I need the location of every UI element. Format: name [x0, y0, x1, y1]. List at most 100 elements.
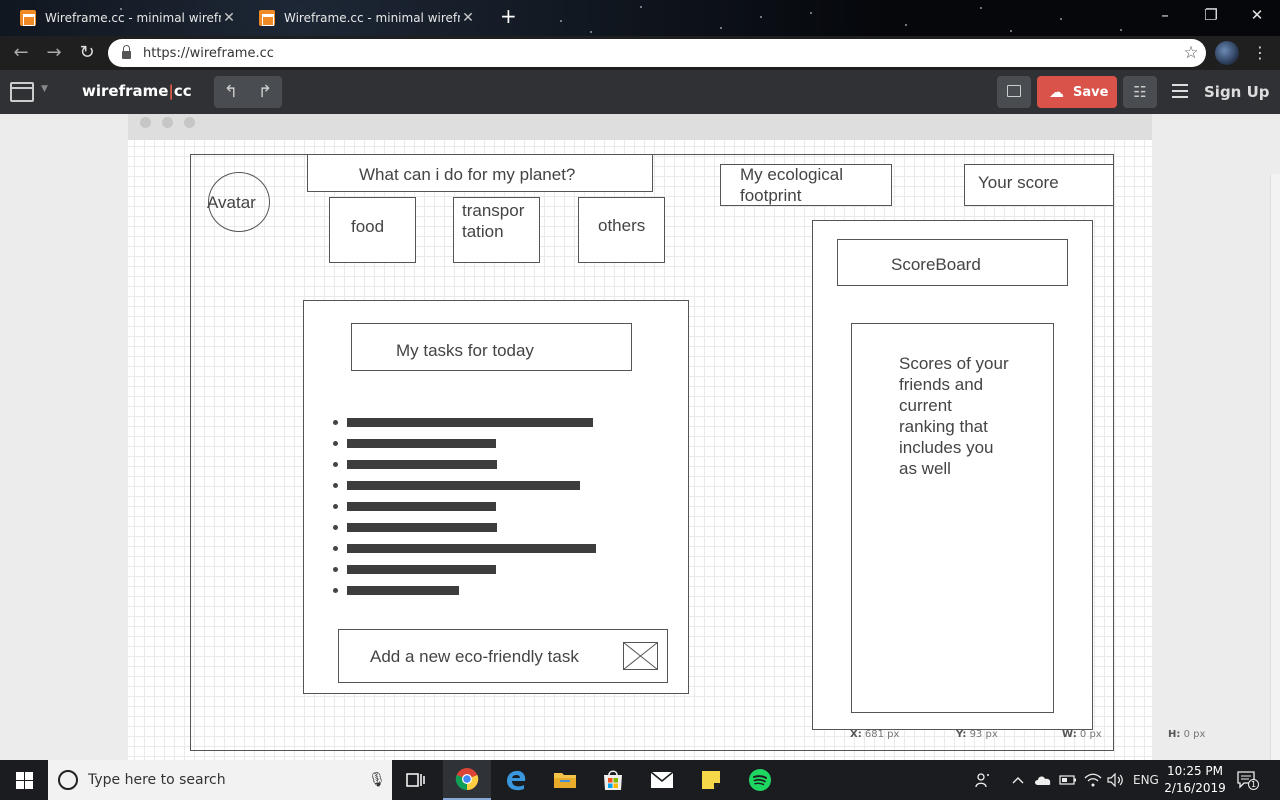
close-icon[interactable]: ✕	[221, 10, 237, 26]
comment-icon	[1007, 85, 1021, 97]
caret-down-icon[interactable]: ▼	[41, 84, 48, 94]
onedrive-cloud-icon[interactable]	[1034, 760, 1052, 800]
close-icon[interactable]: ✕	[460, 10, 476, 26]
wireframe-favicon-icon	[259, 10, 275, 26]
bullet-icon	[333, 483, 338, 488]
chrome-app-icon[interactable]	[443, 760, 491, 800]
profile-avatar[interactable]	[1215, 41, 1239, 65]
spotify-app-icon[interactable]	[736, 760, 784, 800]
sticky-notes-icon[interactable]	[687, 760, 735, 800]
save-button[interactable]: ☁ Save	[1037, 76, 1117, 108]
cortana-icon	[58, 770, 78, 790]
cloud-upload-icon: ☁	[1049, 83, 1064, 101]
bullet-icon	[333, 588, 338, 593]
x-label: X:	[850, 729, 862, 740]
people-icon[interactable]	[975, 760, 991, 800]
bookmark-star-icon[interactable]: ☆	[1176, 43, 1206, 63]
footprint-label: My ecological footprint	[740, 165, 843, 205]
comment-button[interactable]	[997, 76, 1031, 108]
bullet-icon	[333, 504, 338, 509]
y-value: 93 px	[969, 729, 998, 740]
settings-sliders-button[interactable]: ☷	[1123, 76, 1157, 108]
address-bar[interactable]: https://wireframe.cc ☆	[108, 39, 1206, 67]
window-close-icon[interactable]: ✕	[1234, 4, 1280, 26]
tab-title: Wireframe.cc - minimal wirefram	[45, 11, 221, 25]
browser-tab-1[interactable]: Wireframe.cc - minimal wirefram ✕	[20, 2, 237, 34]
scrollbar[interactable]	[1270, 174, 1280, 760]
task-item[interactable]	[347, 586, 459, 595]
reload-icon[interactable]: ↻	[74, 40, 100, 66]
window-dot-icon	[140, 117, 151, 128]
task-item[interactable]	[347, 418, 593, 427]
task-item[interactable]	[347, 565, 496, 574]
window-icon[interactable]	[10, 82, 34, 102]
notification-count-badge: 1	[1248, 779, 1259, 790]
side-gutter	[1152, 114, 1280, 760]
brand-right: cc	[173, 82, 192, 100]
task-item[interactable]	[347, 544, 596, 553]
browser-toolbar: ← → ↻ https://wireframe.cc ☆ ⋮	[0, 36, 1280, 70]
notification-center-icon[interactable]: 1	[1236, 770, 1259, 790]
clock[interactable]: 10:25 PM 2/16/2019	[1162, 763, 1228, 797]
forward-arrow-icon[interactable]: →	[41, 40, 67, 66]
category-food-label: food	[351, 217, 385, 236]
browser-tab-2[interactable]: Wireframe.cc - minimal wirefram ✕	[259, 2, 476, 34]
task-item[interactable]	[347, 502, 496, 511]
bullet-icon	[333, 441, 338, 446]
x-readout: X: 681 px	[850, 729, 899, 740]
image-placeholder-icon[interactable]	[623, 642, 658, 670]
headline-text: What can i do for my planet?	[359, 165, 576, 184]
browser-tab-strip: Wireframe.cc - minimal wirefram ✕ Wirefr…	[0, 0, 1280, 36]
undo-redo-group: ↰ ↱	[214, 76, 282, 108]
w-label: W:	[1062, 729, 1077, 740]
bullet-icon	[333, 546, 338, 551]
bullet-icon	[333, 525, 338, 530]
scoreboard-description: Scores of your friends and current ranki…	[899, 354, 1009, 478]
window-dot-icon	[162, 117, 173, 128]
your-score-label: Your score	[978, 173, 1059, 192]
kebab-menu-icon[interactable]: ⋮	[1250, 41, 1270, 65]
canvas-window-bar	[128, 114, 1152, 140]
category-others-label: others	[598, 216, 646, 235]
task-item[interactable]	[347, 439, 496, 448]
category-transportation-label: transpor tation	[462, 201, 525, 241]
h-readout: H: 0 px	[1168, 729, 1205, 740]
windows-start-icon[interactable]	[0, 760, 48, 800]
new-tab-plus-icon[interactable]: +	[500, 5, 517, 27]
back-arrow-icon[interactable]: ←	[8, 40, 34, 66]
hamburger-menu-icon[interactable]	[1172, 83, 1190, 99]
store-app-icon[interactable]	[589, 760, 637, 800]
avatar-label: Avatar	[207, 193, 256, 212]
clock-time: 10:25 PM	[1167, 764, 1223, 778]
h-label: H:	[1168, 729, 1181, 740]
brand-logo[interactable]: wireframe|cc	[82, 82, 192, 100]
x-value: 681 px	[864, 729, 900, 740]
wireframe-favicon-icon	[20, 10, 36, 26]
language-indicator[interactable]: ENG	[1133, 760, 1159, 800]
chevron-up-icon[interactable]	[1012, 760, 1024, 800]
edge-app-icon[interactable]	[492, 760, 540, 800]
taskbar-search-box[interactable]: Type here to search 🎙	[48, 760, 392, 800]
volume-icon[interactable]	[1107, 760, 1125, 800]
app-header: ▼ wireframe|cc ↰ ↱ ☁ Save ☷ Sign Up	[0, 70, 1280, 114]
battery-icon[interactable]	[1059, 760, 1077, 800]
task-item[interactable]	[347, 523, 497, 532]
microphone-icon[interactable]: 🎙	[362, 772, 392, 788]
h-value: 0 px	[1183, 729, 1206, 740]
w-readout: W: 0 px	[1062, 729, 1102, 740]
task-item[interactable]	[347, 481, 580, 490]
undo-icon[interactable]: ↰	[214, 76, 248, 108]
redo-icon[interactable]: ↱	[248, 76, 282, 108]
file-explorer-icon[interactable]	[541, 760, 589, 800]
clock-date: 2/16/2019	[1164, 781, 1226, 795]
restore-icon[interactable]: ❐	[1188, 4, 1234, 26]
sign-up-link[interactable]: Sign Up	[1204, 83, 1270, 101]
mail-app-icon[interactable]	[638, 760, 686, 800]
brand-left: wireframe	[82, 82, 169, 100]
add-task-label: Add a new eco-friendly task	[370, 647, 579, 666]
wifi-icon[interactable]	[1084, 760, 1102, 800]
w-value: 0 px	[1079, 729, 1102, 740]
task-item[interactable]	[347, 460, 497, 469]
minimize-icon[interactable]: –	[1142, 4, 1188, 26]
task-view-icon[interactable]	[392, 760, 440, 800]
